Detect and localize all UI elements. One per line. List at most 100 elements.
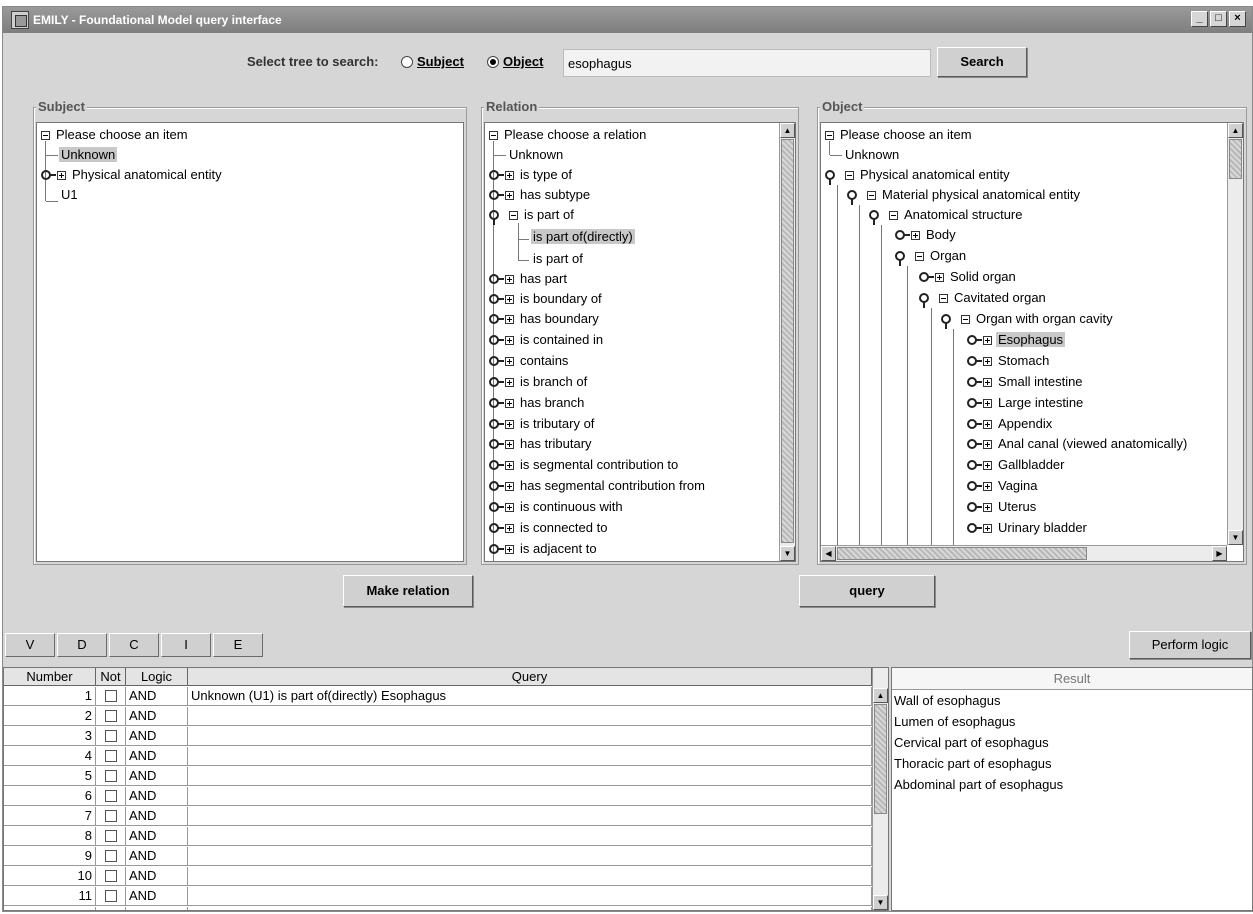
subject-item-u1[interactable]: U1	[59, 185, 80, 205]
object-item-stomach[interactable]: Stomach	[967, 351, 1051, 371]
expand-icon[interactable]	[983, 378, 992, 387]
relation-item-contains[interactable]: contains	[489, 351, 570, 371]
table-row[interactable]: 5 AND	[4, 767, 872, 786]
collapse-icon[interactable]	[489, 131, 498, 140]
collapse-icon[interactable]	[41, 131, 50, 140]
object-tree[interactable]: Please choose an item Unknown Physical a…	[820, 122, 1244, 562]
relation-item-is-part-of-sub[interactable]: is part of	[531, 249, 585, 269]
cell-logic[interactable]: AND	[126, 747, 188, 765]
not-checkbox[interactable]	[104, 830, 117, 842]
not-checkbox[interactable]	[104, 890, 117, 902]
expand-icon[interactable]	[983, 399, 992, 408]
cell-logic[interactable]: AND	[126, 767, 188, 785]
cell-query[interactable]	[188, 887, 872, 905]
handle-icon[interactable]	[489, 210, 499, 225]
relation-item-has-part[interactable]: has part	[489, 269, 569, 289]
table-row[interactable]: 11 AND	[4, 887, 872, 906]
handle-icon[interactable]	[41, 170, 56, 180]
subject-item-unknown[interactable]: Unknown	[59, 145, 118, 165]
expand-icon[interactable]	[505, 420, 514, 429]
scroll-left-icon[interactable]: ◀	[821, 546, 836, 561]
expand-icon[interactable]	[983, 357, 992, 366]
table-row[interactable]: 12 AND	[4, 907, 872, 910]
table-row[interactable]: 2 AND	[4, 707, 872, 726]
table-row[interactable]: 1 AND Unknown (U1) is part of(directly) Es…	[4, 687, 872, 706]
handle-icon[interactable]	[847, 190, 857, 205]
not-checkbox[interactable]	[104, 810, 117, 822]
relation-item-is-segmental-contribution-to[interactable]: is segmental contribution to	[489, 455, 680, 475]
handle-icon[interactable]	[489, 481, 504, 491]
handle-icon[interactable]	[489, 502, 504, 512]
radio-object-indicator[interactable]	[487, 55, 499, 68]
handle-icon[interactable]	[967, 460, 982, 470]
expand-icon[interactable]	[505, 399, 514, 408]
handle-icon[interactable]	[895, 251, 905, 266]
cell-logic[interactable]: AND	[126, 807, 188, 825]
expand-icon[interactable]	[911, 231, 920, 240]
cell-query[interactable]	[188, 747, 872, 765]
handle-icon[interactable]	[489, 523, 504, 533]
object-item-uterus[interactable]: Uterus	[967, 497, 1038, 517]
expand-icon[interactable]	[505, 191, 514, 200]
handle-icon[interactable]	[489, 398, 504, 408]
object-item-anatomical-structure[interactable]: Anatomical structure	[869, 205, 1025, 225]
cell-query[interactable]	[188, 767, 872, 785]
cell-query[interactable]	[188, 847, 872, 865]
expand-icon[interactable]	[505, 315, 514, 324]
handle-icon[interactable]	[869, 210, 879, 225]
relation-item-is-type-of[interactable]: is type of	[489, 165, 574, 185]
handle-icon[interactable]	[489, 314, 504, 324]
relation-item-is-adjacent-to[interactable]: is adjacent to	[489, 539, 599, 559]
collapse-icon[interactable]	[915, 252, 924, 261]
expand-icon[interactable]	[505, 378, 514, 387]
expand-icon[interactable]	[505, 440, 514, 449]
radio-object[interactable]: Object	[487, 54, 543, 69]
cell-logic[interactable]: AND	[126, 727, 188, 745]
object-item-anal-canal[interactable]: Anal canal (viewed anatomically)	[967, 434, 1189, 454]
object-item-unknown[interactable]: Unknown	[843, 145, 901, 165]
collapse-icon[interactable]	[867, 191, 876, 200]
not-checkbox[interactable]	[104, 770, 117, 782]
scroll-down-icon[interactable]: ▼	[1228, 530, 1243, 545]
relation-item-is-boundary-of[interactable]: is boundary of	[489, 289, 604, 309]
relation-item-is-tributary-of[interactable]: is tributary of	[489, 414, 596, 434]
object-item-solid-organ[interactable]: Solid organ	[919, 267, 1018, 287]
scroll-down-icon[interactable]: ▼	[780, 546, 795, 561]
expand-icon[interactable]	[983, 524, 992, 533]
relation-item-has-boundary[interactable]: has boundary	[489, 309, 601, 329]
handle-icon[interactable]	[967, 398, 982, 408]
cell-logic[interactable]: AND	[126, 707, 188, 725]
expand-icon[interactable]	[505, 503, 514, 512]
not-checkbox[interactable]	[104, 710, 117, 722]
scroll-right-icon[interactable]: ▶	[1212, 546, 1227, 561]
collapse-icon[interactable]	[845, 171, 854, 180]
handle-icon[interactable]	[967, 335, 982, 345]
object-item-organ[interactable]: Organ	[895, 246, 968, 266]
handle-icon[interactable]	[489, 294, 504, 304]
relation-item-unknown[interactable]: Unknown	[507, 145, 565, 165]
make-relation-button[interactable]: Make relation	[343, 575, 473, 607]
result-item[interactable]: Thoracic part of esophagus	[892, 753, 1252, 774]
tab-d[interactable]: D	[57, 633, 107, 657]
relation-item-has-subtype[interactable]: has subtype	[489, 185, 592, 205]
perform-logic-button[interactable]: Perform logic	[1129, 631, 1251, 659]
table-row[interactable]: 7 AND	[4, 807, 872, 826]
handle-icon[interactable]	[489, 544, 504, 554]
relation-tree[interactable]: Please choose a relation Unknown is type…	[484, 122, 796, 562]
handle-icon[interactable]	[919, 293, 929, 308]
expand-icon[interactable]	[505, 524, 514, 533]
relation-item-is-branch-of[interactable]: is branch of	[489, 372, 589, 392]
object-item-large-intestine[interactable]: Large intestine	[967, 393, 1085, 413]
expand-icon[interactable]	[505, 295, 514, 304]
relation-item-has-segmental-contribution-from[interactable]: has segmental contribution from	[489, 476, 707, 496]
cell-logic[interactable]: AND	[126, 787, 188, 805]
cell-logic[interactable]: AND	[126, 687, 188, 705]
object-item-appendix[interactable]: Appendix	[967, 414, 1054, 434]
handle-icon[interactable]	[489, 190, 504, 200]
relation-item-is-continuous-with[interactable]: is continuous with	[489, 497, 625, 517]
radio-subject-indicator[interactable]	[401, 55, 413, 68]
handle-icon[interactable]	[489, 377, 504, 387]
query-button[interactable]: query	[799, 575, 935, 607]
handle-icon[interactable]	[967, 356, 982, 366]
expand-icon[interactable]	[935, 273, 944, 282]
